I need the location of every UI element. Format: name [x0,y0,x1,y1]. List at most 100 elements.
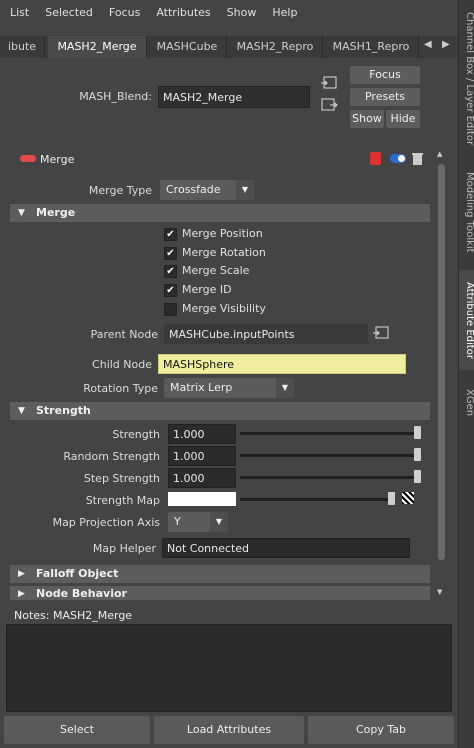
side-tab-attribute-editor[interactable]: Attribute Editor [459,270,474,370]
merge-position-checkbox[interactable]: ✔ [164,228,177,241]
tab-scroll-left-icon[interactable]: ◀ [424,39,432,50]
random-strength-label: Random Strength [63,450,160,463]
menu-attributes[interactable]: Attributes [156,6,210,19]
menu-list[interactable]: List [10,6,29,19]
rotation-type-value: Matrix Lerp [170,381,233,394]
strength-map-label: Strength Map [85,494,160,507]
load-attributes-button[interactable]: Load Attributes [154,716,304,744]
scroll-down-icon[interactable]: ▼ [437,588,442,596]
focus-button[interactable]: Focus [350,66,420,84]
tab-mash1-repro[interactable]: MASH1_Repro [324,36,419,58]
merge-section-title: Merge [36,206,76,219]
blend-label: MASH_Blend: [79,90,152,103]
map-helper-label: Map Helper [92,542,156,555]
strength-field[interactable]: 1.000 [168,424,236,444]
tab-scroll-right-icon[interactable]: ▶ [442,39,450,50]
strength-slider-handle[interactable] [414,426,421,439]
random-strength-slider[interactable] [240,454,418,457]
collapse-arrow-icon: ▶ [18,589,25,599]
side-tab-modeling-toolkit[interactable]: Modeling Toolkit [459,164,474,260]
notes-label: Notes: MASH2_Merge [14,609,133,622]
tab-mash2-repro[interactable]: MASH2_Repro [228,36,323,58]
blend-name-field[interactable]: MASH2_Merge [158,86,310,108]
random-strength-field[interactable]: 1.000 [168,446,236,466]
notes-panel: Notes: MASH2_Merge [6,608,452,712]
strength-section-header[interactable]: ▼ Strength [10,402,430,420]
select-button[interactable]: Select [4,716,150,744]
side-tab-panel: Channel Box / Layer Editor Modeling Tool… [458,0,474,748]
child-node-field[interactable]: MASHSphere [158,354,406,374]
menu-bar: List Selected Focus Attributes Show Help [0,0,458,24]
tab-mashcube[interactable]: MASHCube [148,36,227,58]
menu-selected[interactable]: Selected [45,6,93,19]
step-strength-label: Step Strength [83,472,160,485]
node-tab-bar: ibute MASH2_Merge MASHCube MASH2_Repro M… [0,36,458,58]
merge-type-label: Merge Type [88,184,152,197]
chevron-down-icon: ▼ [276,378,294,398]
strength-map-slider-handle[interactable] [388,492,395,505]
node-behavior-section-header[interactable]: ▶ Node Behavior [10,586,430,600]
scroll-up-icon[interactable]: ▲ [437,150,442,158]
menu-show[interactable]: Show [227,6,257,19]
merge-visibility-checkbox[interactable] [164,303,177,316]
strength-section-title: Strength [36,404,91,417]
menu-help[interactable]: Help [272,6,297,19]
step-strength-slider-handle[interactable] [414,470,421,483]
collapse-arrow-icon: ▶ [18,569,25,579]
merge-type-value: Crossfade [166,183,221,196]
show-button[interactable]: Show [350,110,384,128]
strength-slider[interactable] [240,432,418,435]
chevron-down-icon: ▼ [210,512,228,532]
merge-rotation-label: Merge Rotation [182,246,266,259]
merge-scale-label: Merge Scale [182,264,250,277]
parent-node-field[interactable]: MASHCube.inputPoints [164,324,368,344]
falloff-object-title: Falloff Object [36,567,119,580]
scrollbar-thumb[interactable] [438,164,445,560]
merge-position-label: Merge Position [182,227,263,240]
merge-scale-checkbox[interactable]: ✔ [164,265,177,278]
side-tab-xgen[interactable]: XGen [459,378,474,428]
tab-mash2-merge[interactable]: MASH2_Merge [48,36,147,58]
parent-node-label: Parent Node [90,328,158,341]
copy-tab-button[interactable]: Copy Tab [308,716,454,744]
output-connection-icon[interactable] [320,98,338,112]
step-strength-field[interactable]: 1.000 [168,468,236,488]
chevron-down-icon: ▼ [236,180,254,200]
merge-section-header[interactable]: ▼ Merge [10,204,430,222]
presets-button[interactable]: Presets [350,88,420,106]
expand-arrow-icon: ▼ [18,208,25,218]
map-projection-axis-label: Map Projection Axis [52,516,160,529]
hide-button[interactable]: Hide [386,110,420,128]
delete-node-icon[interactable] [370,152,381,165]
trash-icon[interactable] [412,152,423,165]
map-projection-axis-value: Y [174,515,181,528]
random-strength-slider-handle[interactable] [414,448,421,461]
notes-textarea[interactable] [6,624,452,712]
merge-rotation-checkbox[interactable]: ✔ [164,247,177,260]
map-helper-field[interactable]: Not Connected [162,538,410,558]
expand-arrow-icon: ▼ [18,406,25,416]
child-node-label: Child Node [92,358,152,371]
rotation-type-label: Rotation Type [83,382,158,395]
tab-attribute[interactable]: ibute [0,36,45,58]
side-tab-channel-box[interactable]: Channel Box / Layer Editor [459,4,474,154]
texture-map-icon[interactable] [402,492,414,504]
map-projection-axis-dropdown[interactable]: Y ▼ [168,512,228,532]
step-strength-slider[interactable] [240,476,418,479]
node-title: Merge [40,153,75,166]
input-connection-icon[interactable] [320,76,338,90]
strength-map-slider[interactable] [240,498,392,501]
merge-id-label: Merge ID [182,283,232,296]
merge-type-dropdown[interactable]: Crossfade ▼ [160,180,254,200]
connection-icon[interactable] [372,326,390,340]
rotation-type-dropdown[interactable]: Matrix Lerp ▼ [164,378,294,398]
merge-id-checkbox[interactable]: ✔ [164,284,177,297]
node-behavior-title: Node Behavior [36,587,127,600]
menu-focus[interactable]: Focus [109,6,140,19]
enable-toggle-icon[interactable] [390,154,406,163]
strength-map-swatch[interactable] [168,492,236,506]
attribute-scrollbar[interactable]: ▲ ▼ [436,150,446,602]
node-header: Merge [14,150,434,170]
merge-visibility-label: Merge Visibility [182,302,266,315]
falloff-object-section-header[interactable]: ▶ Falloff Object [10,565,430,583]
